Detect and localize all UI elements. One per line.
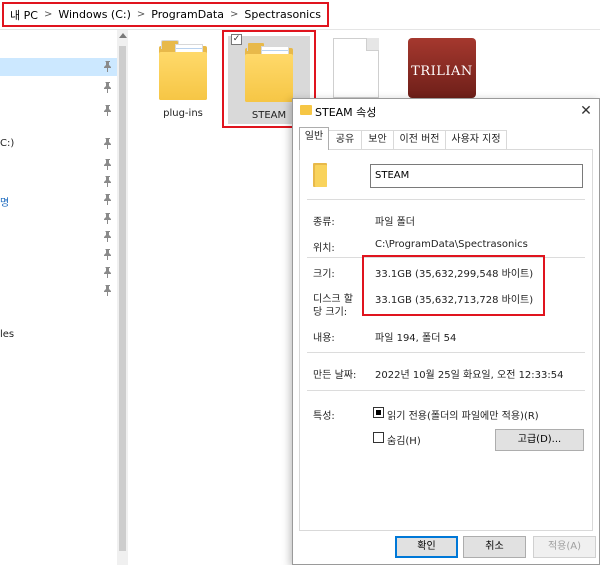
pin-icon[interactable]	[103, 194, 112, 205]
dialog-title-bar[interactable]: STEAM 속성 ✕	[293, 99, 599, 125]
tab-customize[interactable]: 사용자 지정	[445, 130, 507, 149]
created-value: 2022년 10월 25일 화요일, 오전 12:33:54	[375, 370, 564, 381]
breadcrumb-separator-icon[interactable]: >	[44, 9, 52, 20]
nav-item-label: 명	[0, 198, 10, 209]
breadcrumb-item-windows-c[interactable]: Windows (C:)	[58, 8, 131, 21]
folder-icon	[159, 40, 207, 100]
breadcrumb-item-this-pc[interactable]: 내 PC	[10, 7, 38, 23]
location-value: C:\ProgramData\Spectrasonics	[375, 239, 528, 250]
folder-icon	[313, 161, 327, 187]
pin-icon[interactable]	[103, 159, 112, 170]
attributes-label: 특성:	[313, 411, 335, 422]
nav-item[interactable]	[0, 156, 117, 174]
highlight-box-size	[362, 255, 545, 316]
pin-icon[interactable]	[103, 231, 112, 242]
nav-item[interactable]: les	[0, 326, 117, 344]
nav-item[interactable]: C:)	[0, 135, 117, 153]
breadcrumb: 내 PC > Windows (C:) > ProgramData > Spec…	[2, 2, 329, 27]
chevron-up-icon[interactable]	[119, 33, 127, 38]
nav-item[interactable]	[0, 173, 117, 191]
nav-item[interactable]	[0, 264, 117, 282]
nav-item[interactable]	[0, 210, 117, 228]
pin-icon[interactable]	[103, 105, 112, 116]
nav-item-label: C:)	[0, 138, 15, 149]
disk-size-label-line2: 당 크기:	[313, 307, 348, 318]
pin-icon[interactable]	[103, 249, 112, 260]
location-label: 위치:	[313, 243, 335, 254]
trilian-icon-text: TRILIAN	[411, 64, 473, 79]
separator	[307, 352, 585, 353]
nav-item[interactable]	[0, 102, 117, 120]
dialog-title: STEAM 속성	[315, 106, 377, 119]
trilian-app-icon[interactable]: TRILIAN	[408, 38, 476, 98]
type-label: 종류:	[313, 217, 335, 228]
nav-item[interactable]	[0, 228, 117, 246]
contents-value: 파일 194, 폴더 54	[375, 333, 457, 344]
address-bar[interactable]: 내 PC > Windows (C:) > ProgramData > Spec…	[0, 0, 600, 30]
hidden-checkbox[interactable]	[373, 432, 384, 443]
tab-previous-versions[interactable]: 이전 버전	[393, 130, 446, 149]
tab-sharing[interactable]: 공유	[328, 130, 362, 149]
pin-icon[interactable]	[103, 176, 112, 187]
pin-icon[interactable]	[103, 213, 112, 224]
contents-label: 내용:	[313, 333, 335, 344]
breadcrumb-separator-icon[interactable]: >	[230, 9, 238, 20]
close-icon[interactable]: ✕	[575, 101, 597, 121]
apply-button[interactable]: 적용(A)	[533, 536, 596, 558]
pin-icon[interactable]	[103, 267, 112, 278]
nav-item[interactable]	[0, 79, 117, 97]
file-icon-fold	[366, 38, 379, 51]
tab-general[interactable]: 일반	[299, 127, 329, 150]
advanced-button[interactable]: 고급(D)...	[495, 429, 584, 451]
type-value: 파일 폴더	[375, 217, 415, 228]
readonly-label: 읽기 전용(폴더의 파일에만 적용)(R)	[387, 411, 539, 422]
navigation-pane: C:) 명 les	[0, 30, 117, 565]
ok-button[interactable]: 확인	[395, 536, 458, 558]
nav-item[interactable]	[0, 246, 117, 264]
pin-icon[interactable]	[103, 61, 112, 72]
breadcrumb-separator-icon[interactable]: >	[137, 9, 145, 20]
nav-item[interactable]: 명	[0, 191, 117, 209]
created-label: 만든 날짜:	[313, 370, 357, 381]
nav-item-label: les	[0, 329, 15, 340]
separator	[307, 390, 585, 391]
pin-icon[interactable]	[103, 285, 112, 296]
nav-item[interactable]	[0, 58, 117, 76]
cancel-button[interactable]: 취소	[463, 536, 526, 558]
nav-scrollbar-thumb[interactable]	[119, 46, 126, 551]
pin-icon[interactable]	[103, 138, 112, 149]
separator	[307, 199, 585, 200]
breadcrumb-item-programdata[interactable]: ProgramData	[151, 8, 224, 21]
breadcrumb-item-spectrasonics[interactable]: Spectrasonics	[244, 8, 321, 21]
file-item-label: plug-ins	[163, 108, 203, 119]
folder-name-input[interactable]: STEAM	[370, 164, 583, 188]
folder-icon	[300, 105, 312, 115]
properties-dialog: STEAM 속성 ✕ 일반 공유 보안 이전 버전 사용자 지정 STEAM 종…	[292, 98, 600, 565]
pin-icon[interactable]	[103, 82, 112, 93]
size-label: 크기:	[313, 269, 335, 280]
hidden-label: 숨김(H)	[387, 436, 421, 447]
tab-security[interactable]: 보안	[361, 130, 394, 149]
nav-item[interactable]	[0, 282, 117, 300]
readonly-checkbox[interactable]	[373, 407, 384, 418]
